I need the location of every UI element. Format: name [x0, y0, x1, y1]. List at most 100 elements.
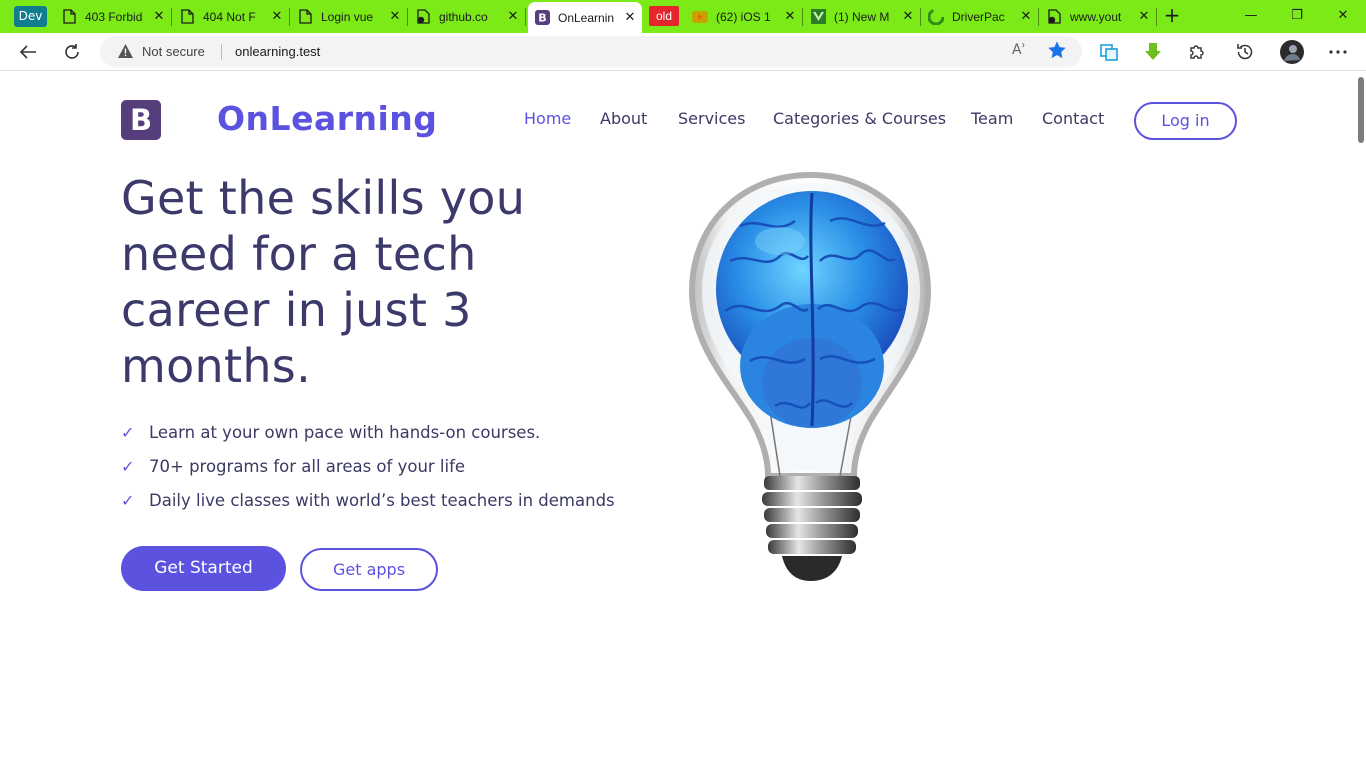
nav-about[interactable]: About [600, 109, 647, 128]
browser-tab[interactable]: www.yout ✕ [1040, 4, 1157, 29]
tab-divider [407, 8, 408, 26]
page-scrollbar[interactable] [1356, 71, 1366, 768]
collections-icon [1100, 44, 1118, 61]
tab-divider [289, 8, 290, 26]
browser-toolbar: Not secure onlearning.test Aʾ [0, 33, 1366, 71]
url-text[interactable]: onlearning.test [235, 44, 320, 59]
nav-categories-courses[interactable]: Categories & Courses [773, 109, 946, 128]
tab-divider [171, 8, 172, 26]
download-arrow-icon [1145, 43, 1161, 60]
more-menu-button[interactable] [1323, 37, 1353, 67]
collections-button[interactable] [1094, 37, 1124, 67]
extensions-button[interactable] [1182, 37, 1212, 67]
nav-services[interactable]: Services [678, 109, 745, 128]
more-dots-icon [1329, 50, 1347, 54]
check-icon: ✓ [121, 457, 135, 476]
feature-text: Daily live classes with world’s best tea… [149, 491, 615, 510]
browser-tab[interactable]: 403 Forbid ✕ [55, 4, 172, 29]
history-button[interactable] [1230, 37, 1260, 67]
read-aloud-icon[interactable]: Aʾ [1012, 42, 1026, 58]
get-apps-button[interactable]: Get apps [300, 548, 438, 591]
tab-title: github.co [439, 9, 488, 24]
scrollbar-thumb[interactable] [1358, 77, 1364, 143]
old-group-badge[interactable]: old [649, 6, 679, 26]
nav-contact[interactable]: Contact [1042, 109, 1104, 128]
puzzle-icon [1190, 45, 1204, 59]
page-icon [61, 9, 77, 25]
check-icon: ✓ [121, 491, 135, 510]
browser-tab[interactable]: (1) New M ✕ [804, 4, 921, 29]
hero-title: Get the skills you need for a tech caree… [121, 171, 526, 393]
security-label[interactable]: Not secure [142, 44, 205, 59]
browser-tab-active[interactable]: B OnLearnin ✕ [528, 2, 642, 33]
close-icon[interactable]: ✕ [1136, 9, 1152, 24]
github-icon [415, 9, 431, 25]
warning-icon[interactable] [117, 43, 134, 63]
refresh-icon [65, 44, 79, 59]
browser-tab[interactable]: DriverPac ✕ [922, 4, 1039, 29]
address-bar[interactable]: Not secure onlearning.test Aʾ [100, 36, 1082, 67]
tab-divider [920, 8, 921, 26]
tab-divider [1038, 8, 1039, 26]
vue-icon [810, 9, 826, 25]
close-icon[interactable]: ✕ [1018, 9, 1034, 24]
favorite-star-icon[interactable] [1047, 40, 1067, 64]
brand-name[interactable]: OnLearning [217, 99, 437, 138]
back-button[interactable] [13, 37, 43, 67]
feature-item: ✓ Daily live classes with world’s best t… [121, 491, 615, 510]
bootstrap-icon: B [534, 10, 550, 26]
svg-text:B: B [538, 12, 546, 25]
browser-tab[interactable]: github.co ✕ [409, 4, 526, 29]
profile-button[interactable] [1277, 37, 1307, 67]
feature-item: ✓ 70+ programs for all areas of your lif… [121, 457, 465, 476]
tab-title: 403 Forbid [85, 9, 143, 24]
tab-divider [802, 8, 803, 26]
browser-tab[interactable]: 404 Not F ✕ [173, 4, 290, 29]
close-window-button[interactable]: ✕ [1320, 0, 1366, 32]
page-icon [297, 9, 313, 25]
refresh-button[interactable] [57, 37, 87, 67]
back-arrow-icon [19, 45, 36, 59]
close-icon[interactable]: ✕ [151, 9, 167, 24]
tab-title: DriverPac [952, 9, 1005, 24]
feature-item: ✓ Learn at your own pace with hands-on c… [121, 423, 540, 442]
youtube-icon [692, 9, 708, 25]
page-icon [179, 9, 195, 25]
driverpack-icon [928, 8, 944, 25]
browser-tab[interactable]: (62) iOS 1 ✕ [686, 4, 803, 29]
browser-tab[interactable]: Login vue ✕ [291, 4, 408, 29]
close-icon[interactable]: ✕ [505, 9, 521, 24]
profile-badge[interactable]: Dev [14, 6, 47, 27]
tab-divider [525, 8, 526, 26]
feature-text: Learn at your own pace with hands-on cou… [149, 423, 541, 442]
check-icon: ✓ [121, 423, 135, 442]
nav-team[interactable]: Team [971, 109, 1013, 128]
site-logo[interactable]: B [121, 100, 161, 140]
minimize-button[interactable]: — [1228, 0, 1274, 32]
close-icon[interactable]: ✕ [900, 9, 916, 24]
tab-title: Login vue [321, 9, 374, 24]
new-tab-button[interactable]: + [1160, 5, 1184, 27]
restore-button[interactable]: ❐ [1274, 0, 1320, 32]
web-page: B OnLearning Home About Services Categor… [0, 71, 1356, 768]
history-icon [1237, 44, 1253, 60]
feature-text: 70+ programs for all areas of your life [149, 457, 466, 476]
github-icon [1046, 9, 1062, 25]
next-section-text [692, 759, 697, 768]
login-button[interactable]: Log in [1134, 102, 1237, 140]
tab-title: OnLearnin [558, 10, 615, 25]
avatar [1280, 40, 1304, 64]
address-divider [221, 44, 222, 60]
close-icon[interactable]: ✕ [387, 9, 403, 24]
tab-title: 404 Not F [203, 9, 256, 24]
close-icon[interactable]: ✕ [782, 9, 798, 24]
download-extension-button[interactable] [1138, 37, 1168, 67]
nav-home[interactable]: Home [524, 109, 571, 128]
tab-title: www.yout [1070, 9, 1122, 24]
get-started-button[interactable]: Get Started [121, 546, 286, 591]
lightbulb-brain-illustration [688, 171, 932, 581]
close-icon[interactable]: ✕ [269, 9, 285, 24]
browser-tab-strip: Dev 403 Forbid ✕ 404 Not F ✕ Login vue ✕… [0, 0, 1366, 33]
close-icon[interactable]: ✕ [622, 10, 638, 25]
tab-title: (1) New M [834, 9, 890, 24]
